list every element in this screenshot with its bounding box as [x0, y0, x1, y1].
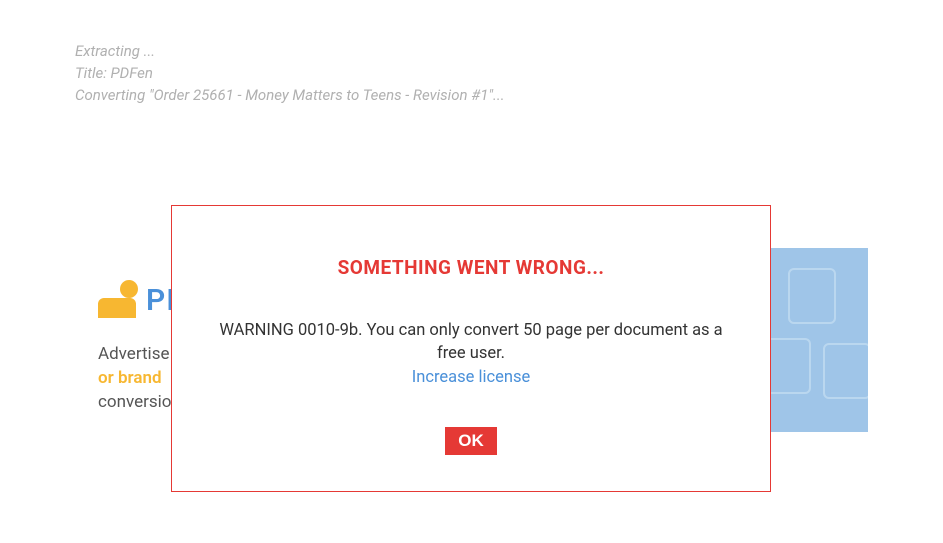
error-modal: SOMETHING WENT WRONG... WARNING 0010-9b.… — [171, 205, 771, 492]
status-line: Extracting ... — [75, 40, 505, 62]
ok-button[interactable]: OK — [445, 427, 497, 455]
status-line: Title: PDFen — [75, 62, 505, 84]
status-line: Converting "Order 25661 - Money Matters … — [75, 84, 505, 106]
increase-license-link[interactable]: Increase license — [212, 368, 730, 387]
pdfen-logo-icon — [98, 280, 138, 320]
status-log: Extracting ... Title: PDFen Converting "… — [75, 40, 505, 106]
ad-highlight-text: or brand — [98, 368, 162, 388]
ad-text-part: Advertise — [98, 344, 169, 364]
modal-warning-text: WARNING 0010-9b. You can only convert 50… — [212, 319, 730, 365]
file-types-decoration — [768, 248, 868, 432]
modal-title: SOMETHING WENT WRONG... — [212, 256, 730, 279]
ad-text-part: conversio — [98, 392, 172, 412]
